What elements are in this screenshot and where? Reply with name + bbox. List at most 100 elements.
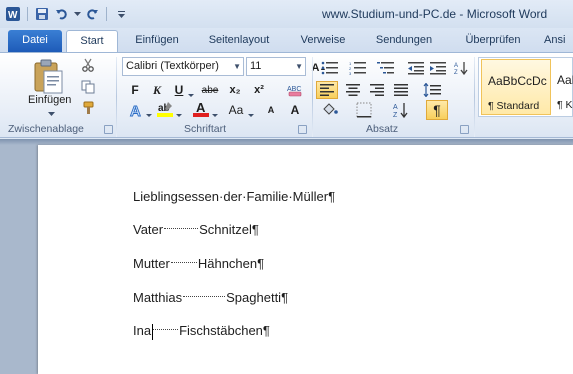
font-color-dropdown-icon[interactable]	[212, 109, 218, 121]
style-sample-standard: AaBbCcDc	[488, 74, 547, 88]
copy-icon[interactable]	[80, 79, 96, 95]
undo-icon[interactable]	[53, 5, 71, 23]
italic-button[interactable]: K	[148, 81, 166, 99]
font-launcher-icon[interactable]	[298, 125, 307, 134]
multilevel-list-icon	[377, 62, 394, 74]
doc-name: Mutter	[133, 256, 170, 271]
text-effects-button[interactable]: A	[126, 101, 148, 119]
bold-button[interactable]: F	[126, 81, 144, 99]
font-size-value: 11	[250, 60, 262, 72]
doc-name: Vater	[133, 222, 164, 237]
highlighter-icon: ab	[157, 102, 173, 117]
cut-icon[interactable]	[80, 57, 96, 73]
doc-dish: Schnitzel¶	[199, 222, 259, 237]
quick-access-toolbar: W	[4, 4, 130, 24]
format-painter-icon[interactable]	[80, 100, 96, 116]
sort-icon: AZ	[454, 62, 468, 75]
save-icon[interactable]	[33, 5, 51, 23]
tab-einfuegen[interactable]: Einfügen	[126, 30, 188, 52]
doc-line-mutter[interactable]: Mutter Hähnchen¶	[133, 256, 264, 271]
doc-line-ina[interactable]: Ina Fischstäbchen¶	[133, 323, 270, 338]
align-left-icon	[320, 84, 334, 96]
line-spacing-button[interactable]	[420, 81, 444, 99]
shading-button[interactable]	[318, 101, 342, 119]
bullets-button[interactable]	[318, 59, 342, 77]
svg-text:3: 3	[349, 71, 352, 75]
doc-line-heading[interactable]: Lieblingsessen·der·Familie·Müller¶	[133, 189, 335, 204]
align-left-button[interactable]	[316, 81, 338, 99]
justify-icon	[394, 84, 408, 96]
doc-dish: Fischstäbchen¶	[179, 323, 270, 338]
ribbon: Einfügen Zwischenablage Calibri (Textkör…	[0, 52, 573, 138]
text-effects-dropdown-icon[interactable]	[146, 109, 152, 121]
qat-separator	[27, 7, 28, 21]
style-name-standard: ¶ Standard	[488, 100, 540, 112]
borders-button[interactable]	[352, 101, 376, 119]
subscript-button[interactable]: x₂	[226, 81, 244, 99]
font-size-combo[interactable]: 11 ▼	[246, 57, 306, 76]
sort-button[interactable]: AZ	[452, 59, 472, 77]
justify-button[interactable]	[390, 81, 412, 99]
show-formatting-marks-button[interactable]: ¶	[426, 100, 448, 120]
paste-dropdown-icon[interactable]	[48, 108, 55, 120]
clipboard-launcher-icon[interactable]	[104, 125, 113, 134]
svg-text:W: W	[8, 10, 18, 21]
shrink-font-button[interactable]: A	[262, 101, 280, 119]
style-standard[interactable]: AaBbCcDc ¶ Standard	[481, 59, 551, 115]
clear-formatting-button[interactable]: ABC	[284, 81, 306, 99]
tab-seitenlayout[interactable]: Seitenlayout	[196, 30, 282, 52]
change-case-button[interactable]: Aa	[224, 101, 248, 119]
group-separator	[312, 57, 313, 137]
doc-dish: Hähnchen¶	[197, 256, 265, 271]
line-spacing-icon	[423, 83, 441, 97]
font-color-icon: A	[193, 100, 209, 117]
title-bar: W www.Studium-und-PC.de - Microsoft Word	[0, 0, 573, 28]
font-color-button[interactable]: A	[190, 100, 212, 118]
chevron-down-icon: ▼	[295, 62, 303, 71]
document-area: Lieblingsessen·der·Familie·Müller¶ Vater…	[0, 139, 573, 374]
word-app-icon[interactable]: W	[4, 5, 22, 23]
strikethrough-button[interactable]: abe	[198, 81, 222, 99]
doc-line-vater[interactable]: Vater Schnitzel¶	[133, 222, 259, 237]
increase-indent-button[interactable]	[428, 59, 448, 77]
underline-button[interactable]: U	[170, 81, 188, 99]
customize-qat-icon[interactable]	[112, 5, 130, 23]
align-center-button[interactable]	[342, 81, 364, 99]
tab-verweise[interactable]: Verweise	[292, 30, 354, 52]
grow-font-button-2[interactable]: A	[286, 101, 304, 119]
increase-indent-icon	[430, 62, 446, 75]
align-right-button[interactable]	[366, 81, 388, 99]
font-name-value: Calibri (Textkörper)	[126, 60, 219, 72]
tab-leader	[152, 329, 179, 331]
font-name-combo[interactable]: Calibri (Textkörper) ▼	[122, 57, 244, 76]
change-case-dropdown-icon[interactable]	[248, 109, 254, 121]
text-cursor	[152, 324, 153, 340]
style-no-spacing[interactable]: AaBbC ¶ Ke	[555, 59, 573, 115]
decrease-indent-button[interactable]	[406, 59, 426, 77]
ribbon-tabs: Datei Start Einfügen Seitenlayout Verwei…	[0, 28, 573, 53]
window-title: www.Studium-und-PC.de - Microsoft Word	[322, 7, 548, 21]
highlight-button[interactable]: ab	[154, 100, 176, 118]
paint-bucket-icon	[323, 103, 338, 115]
numbering-button[interactable]: 123	[346, 59, 370, 77]
multilevel-list-button[interactable]	[374, 59, 398, 77]
paragraph-group-label: Absatz	[366, 123, 399, 135]
tab-leader	[164, 228, 199, 230]
doc-line-matthias[interactable]: Matthias Spaghetti¶	[133, 290, 288, 305]
font-group-label: Schriftart	[184, 123, 227, 135]
tab-sendungen[interactable]: Sendungen	[364, 30, 444, 52]
tab-datei[interactable]: Datei	[8, 30, 62, 52]
highlight-dropdown-icon[interactable]	[176, 109, 182, 121]
document-page[interactable]: Lieblingsessen·der·Familie·Müller¶ Vater…	[38, 145, 573, 374]
borders-icon	[356, 102, 372, 118]
tab-start[interactable]: Start	[66, 30, 118, 53]
superscript-button[interactable]: x²	[250, 81, 268, 99]
undo-dropdown-icon[interactable]	[73, 5, 81, 23]
tab-ueberpruefen[interactable]: Überprüfen	[454, 30, 532, 52]
clear-formatting-icon: ABC	[287, 86, 301, 97]
paragraph-launcher-icon[interactable]	[460, 125, 469, 134]
redo-icon[interactable]	[83, 5, 101, 23]
sort-az-button[interactable]: AZ	[390, 101, 412, 119]
decrease-indent-icon	[408, 62, 424, 75]
tab-ansicht[interactable]: Ansi	[544, 30, 573, 52]
